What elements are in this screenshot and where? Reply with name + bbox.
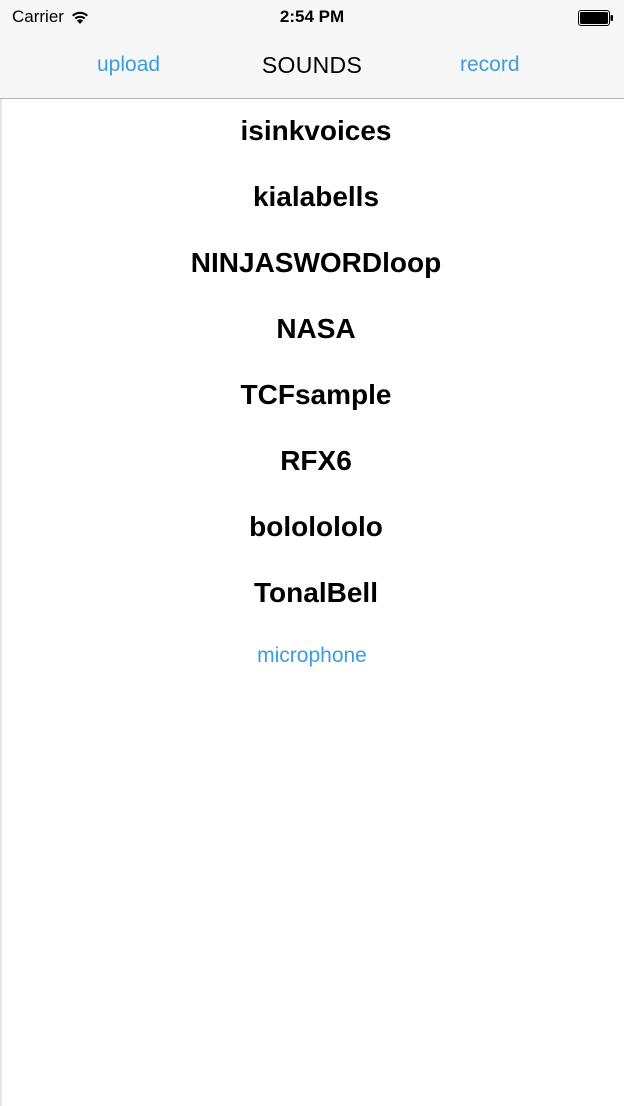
sound-item-tonalbell[interactable]: TonalBell	[8, 560, 624, 626]
sound-item-tcfsample[interactable]: TCFsample	[8, 362, 624, 428]
status-bar: Carrier 2:54 PM	[0, 0, 624, 36]
sound-item-kialabells[interactable]: kialabells	[8, 164, 624, 230]
record-button[interactable]: record	[460, 53, 520, 77]
navigation-bar: upload SOUNDS record	[0, 36, 624, 99]
status-time: 2:54 PM	[279, 7, 345, 26]
sound-item-rfx6[interactable]: RFX6	[8, 428, 624, 494]
sounds-screen: Carrier 2:54 PM upload SOUNDS record isi…	[0, 0, 624, 1106]
battery-icon	[578, 10, 614, 26]
page-title: SOUNDS	[261, 52, 363, 78]
microphone-button[interactable]: microphone	[0, 644, 624, 668]
sound-item-bololololo[interactable]: bololololo	[8, 494, 624, 560]
sound-item-isinkvoices[interactable]: isinkvoices	[8, 98, 624, 164]
sound-item-ninjaswordloop[interactable]: NINJASWORDloop	[8, 230, 624, 296]
sound-list: isinkvoices kialabells NINJASWORDloop NA…	[0, 98, 624, 626]
sound-item-nasa[interactable]: NASA	[8, 296, 624, 362]
